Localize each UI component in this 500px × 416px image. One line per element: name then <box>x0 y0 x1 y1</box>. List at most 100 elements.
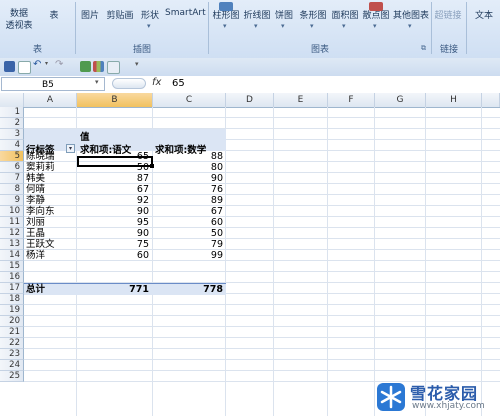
row-header-14[interactable]: 14 <box>0 250 24 261</box>
area-chart-button[interactable]: 面积图 ▾ <box>330 8 360 30</box>
column-header-f[interactable]: F <box>328 93 375 107</box>
row-header-15[interactable]: 15 <box>0 261 24 272</box>
pivot-row-name[interactable]: 李向东 <box>26 206 55 217</box>
table-button[interactable]: 表 <box>46 8 62 21</box>
row-header-1[interactable]: 1 <box>0 107 24 118</box>
insert-function-icon[interactable]: fx <box>152 77 161 88</box>
pivot-cell-chinese[interactable]: 75 <box>77 239 149 250</box>
pivot-row-name[interactable]: 王跃文 <box>26 239 55 250</box>
smartart-button[interactable]: SmartArt <box>165 8 206 18</box>
pivot-cell-math[interactable]: 76 <box>153 184 223 195</box>
row-header-12[interactable]: 12 <box>0 228 24 239</box>
pivot-row-name[interactable]: 杨洋 <box>26 250 45 261</box>
column-header-a[interactable]: A <box>24 93 77 107</box>
line-chart-button[interactable]: 折线图 ▾ <box>242 8 272 30</box>
select-all-corner[interactable] <box>0 93 24 107</box>
pivot-cell-math[interactable]: 89 <box>153 195 223 206</box>
filter-dropdown-icon[interactable]: ▾ <box>66 144 75 153</box>
form-icon[interactable] <box>107 61 120 74</box>
pivot-cell-math[interactable]: 67 <box>153 206 223 217</box>
row-header-5[interactable]: 5 <box>0 151 24 162</box>
row-header-8[interactable]: 8 <box>0 184 24 195</box>
shapes-button[interactable]: 形状 ▾ <box>140 8 160 30</box>
row-header-16[interactable]: 16 <box>0 272 24 283</box>
pivot-cell-math[interactable]: 80 <box>153 162 223 173</box>
save-icon[interactable] <box>4 61 15 72</box>
row-header-18[interactable]: 18 <box>0 294 24 305</box>
formula-bar-resize-handle[interactable] <box>112 78 146 89</box>
pivot-row-name[interactable]: 陈晓瑞 <box>26 151 55 162</box>
pivot-cell-chinese[interactable]: 92 <box>77 195 149 206</box>
formula-input[interactable]: 65 <box>172 78 185 89</box>
active-cell-outline[interactable] <box>77 156 153 167</box>
pivot-cell-math[interactable]: 50 <box>153 228 223 239</box>
hyperlink-button[interactable]: 超链接 <box>434 8 462 21</box>
row-header-9[interactable]: 9 <box>0 195 24 206</box>
row-header-24[interactable]: 24 <box>0 360 24 371</box>
column-header-d[interactable]: D <box>226 93 274 107</box>
row-header-6[interactable]: 6 <box>0 162 24 173</box>
chevron-down-icon[interactable]: ▾ <box>45 60 48 67</box>
pivot-cell-math[interactable]: 88 <box>153 151 223 162</box>
row-header-3[interactable]: 3 <box>0 129 24 140</box>
pivot-row-name[interactable]: 窦莉莉 <box>26 162 55 173</box>
other-charts-button[interactable]: 其他图表 ▾ <box>392 8 430 30</box>
dialog-launcher-icon[interactable]: ⧉ <box>421 44 426 53</box>
new-document-icon[interactable] <box>18 61 31 74</box>
row-header-20[interactable]: 20 <box>0 316 24 327</box>
fill-handle[interactable] <box>150 164 154 168</box>
row-header-22[interactable]: 22 <box>0 338 24 349</box>
pivot-cell-chinese[interactable]: 87 <box>77 173 149 184</box>
redo-icon[interactable]: ↷ <box>55 59 63 70</box>
customize-toolbar-icon[interactable]: ▾ <box>135 60 139 68</box>
pivot-cell-chinese[interactable]: 60 <box>77 250 149 261</box>
column-header-b[interactable]: B <box>77 93 153 107</box>
pivot-row-name[interactable]: 何晴 <box>26 184 45 195</box>
pivot-cell-math[interactable]: 99 <box>153 250 223 261</box>
pivot-cell-chinese[interactable]: 90 <box>77 228 149 239</box>
pivot-cell-chinese[interactable]: 95 <box>77 217 149 228</box>
pivot-row-name[interactable]: 韩美 <box>26 173 45 184</box>
scatter-chart-button[interactable]: 散点图 ▾ <box>361 2 391 30</box>
row-header-11[interactable]: 11 <box>0 217 24 228</box>
chevron-down-icon[interactable]: ▾ <box>95 78 99 86</box>
bar-chart-button[interactable]: 条形图 ▾ <box>298 8 328 30</box>
row-header-2[interactable]: 2 <box>0 118 24 129</box>
row-header-10[interactable]: 10 <box>0 206 24 217</box>
column-header-partial[interactable] <box>482 93 500 107</box>
row-header-19[interactable]: 19 <box>0 305 24 316</box>
row-header-13[interactable]: 13 <box>0 239 24 250</box>
text-button[interactable]: 文本 <box>470 8 498 21</box>
name-box[interactable]: B5 <box>1 77 105 91</box>
picture-button[interactable]: 图片 <box>79 8 101 21</box>
column-header-g[interactable]: G <box>375 93 426 107</box>
row-header-17[interactable]: 17 <box>0 283 24 294</box>
row-header-25[interactable]: 25 <box>0 371 24 382</box>
pivot-total-chinese[interactable]: 771 <box>77 284 149 295</box>
pivot-cell-math[interactable]: 79 <box>153 239 223 250</box>
pie-chart-button[interactable]: 饼图 ▾ <box>274 8 294 30</box>
pivot-cell-chinese[interactable]: 90 <box>77 206 149 217</box>
pivot-row-name[interactable]: 刘丽 <box>26 217 45 228</box>
pivot-row-name[interactable]: 王晶 <box>26 228 45 239</box>
pivot-table-button[interactable]: 数据 透视表 <box>4 8 34 32</box>
pivot-values-label[interactable]: 值 <box>80 132 90 143</box>
row-header-4[interactable]: 4 <box>0 140 24 151</box>
row-header-23[interactable]: 23 <box>0 349 24 360</box>
column-chart-button[interactable]: 柱形图 ▾ <box>211 2 241 30</box>
pivot-total-math[interactable]: 778 <box>153 284 223 295</box>
undo-icon[interactable]: ↶ <box>33 59 41 70</box>
row-header-7[interactable]: 7 <box>0 173 24 184</box>
column-header-c[interactable]: C <box>153 93 226 107</box>
pivot-cell-chinese[interactable]: 67 <box>77 184 149 195</box>
sort-icon[interactable] <box>80 61 91 72</box>
pivot-row-name[interactable]: 李静 <box>26 195 45 206</box>
row-header-21[interactable]: 21 <box>0 327 24 338</box>
clipart-button[interactable]: 剪贴画 <box>106 8 134 21</box>
pivot-cell-math[interactable]: 90 <box>153 173 223 184</box>
pivot-cell-math[interactable]: 60 <box>153 217 223 228</box>
column-header-h[interactable]: H <box>426 93 482 107</box>
chart-icon[interactable] <box>93 61 104 72</box>
column-header-e[interactable]: E <box>274 93 328 107</box>
pivot-total-label[interactable]: 总计 <box>26 284 45 295</box>
